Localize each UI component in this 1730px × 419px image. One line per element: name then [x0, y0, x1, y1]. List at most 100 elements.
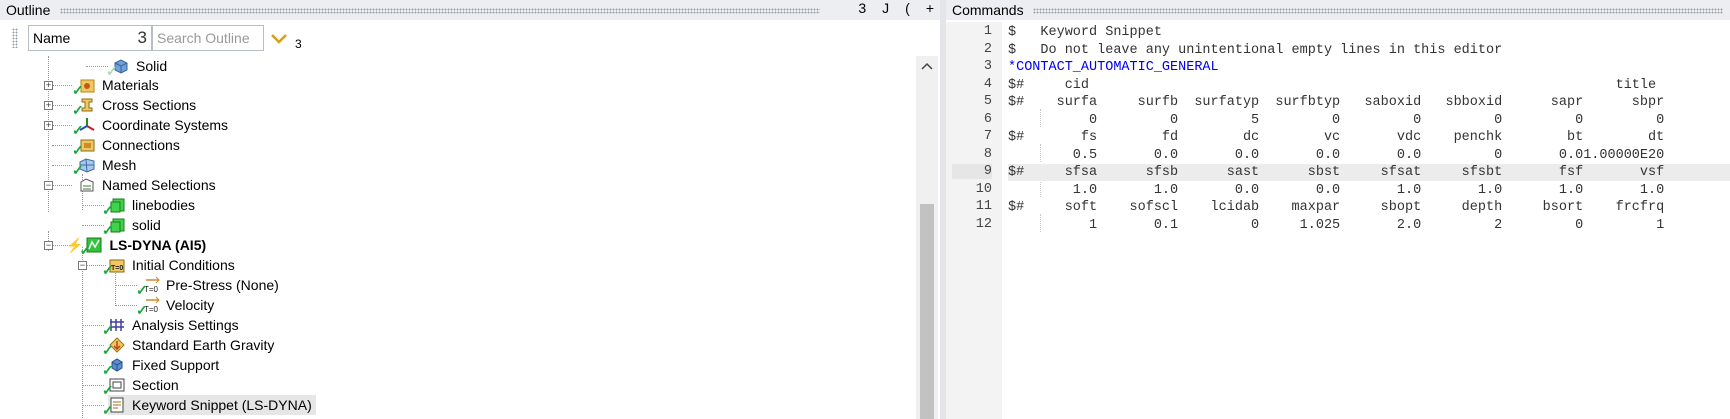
code-line[interactable]: 0.5 0.0 0.0 0.0 0.0 0 0.01.00000E20 [1008, 147, 1730, 164]
filter-chevron-icon[interactable] [268, 28, 290, 48]
tree-item-label: Connections [102, 137, 180, 153]
name-filter-field[interactable]: Name 3 [28, 25, 152, 51]
commands-title: Commands [952, 2, 1024, 18]
line-number: 9 [952, 164, 992, 179]
connections-icon: ✓ [72, 136, 98, 157]
outline-action-3[interactable]: ( [905, 0, 910, 20]
tree-item-label: Materials [102, 77, 159, 93]
outline-action-add[interactable]: + [926, 0, 934, 20]
commands-title-bar: Commands [946, 0, 1730, 20]
scroll-thumb[interactable] [920, 204, 934, 419]
named-selections-icon [78, 176, 98, 194]
outline-scrollbar[interactable] [916, 56, 938, 419]
search-placeholder: Search Outline [157, 30, 250, 46]
expand-toggle[interactable]: + [44, 101, 53, 110]
collapse-toggle[interactable]: − [44, 181, 53, 190]
toolbar-grip[interactable] [12, 28, 18, 48]
line-number: 5 [983, 94, 992, 109]
line-number: 1 [983, 24, 992, 39]
line-number: 8 [983, 146, 992, 162]
tree-item-standard-earth-gravity[interactable]: ✓ Standard Earth Gravity [102, 335, 275, 357]
tree-item-label: solid [132, 217, 161, 233]
code-line[interactable]: $# fs fd dc vc vdc penchk bt dt [1008, 129, 1730, 146]
outline-search-bar: Name 3 Search Outline 3 [0, 22, 940, 56]
name-filter-count: 3 [137, 28, 147, 47]
section-icon: ✓ [102, 376, 128, 397]
tree-item-cross-sections[interactable]: ✓ Cross Sections [72, 95, 196, 117]
tree-item-label: Velocity [166, 297, 215, 313]
commands-pane: Commands 1 2 3 4 5 6 7 8 9 10 11 12 $ Keyword Snipp… [946, 0, 1730, 419]
drag-grip[interactable] [1033, 8, 1724, 15]
code-line[interactable]: $# cid title [1008, 77, 1730, 94]
tree-item-label: linebodies [132, 197, 196, 213]
code-line[interactable]: 1.0 1.0 0.0 0.0 1.0 1.0 1.0 1.0 [1008, 182, 1730, 199]
drag-grip[interactable] [60, 8, 821, 15]
tree-item-label: Section [132, 377, 179, 393]
tree-item-label: Coordinate Systems [102, 117, 229, 133]
tree-item-velocity[interactable]: T=0 ✓ Velocity [136, 295, 215, 317]
line-number: 4 [983, 76, 992, 92]
outline-action-1[interactable]: 3 [858, 0, 866, 20]
code-line[interactable]: $ Do not leave any unintentional empty l… [1008, 42, 1730, 59]
line-number: 2 [983, 41, 992, 57]
tree-item-fixed-support[interactable]: ✓ Fixed Support [102, 355, 220, 377]
tree-item-mesh[interactable]: ✓ Mesh [72, 155, 137, 177]
line-number: 7 [983, 129, 992, 144]
outline-action-2[interactable]: J [882, 0, 889, 20]
pre-stress-icon: T=0 ✓ [136, 276, 162, 297]
line-number: 3 [983, 59, 992, 74]
scroll-up-chevron-icon[interactable] [916, 60, 938, 76]
tree-item-coordinate-systems[interactable]: ✓ Coordinate Systems [72, 115, 229, 137]
tree-item-analysis-settings[interactable]: ✓ Analysis Settings [102, 315, 239, 337]
tree-item-label: LS-DYNA (AI5) [109, 237, 207, 253]
expand-toggle[interactable]: + [44, 121, 53, 130]
collapse-toggle[interactable]: − [44, 241, 53, 250]
keyword-snippet-icon: ✓ [102, 396, 128, 417]
tree-item-keyword-snippet[interactable]: ✓ Keyword Snippet (LS-DYNA) [102, 395, 316, 417]
code-line[interactable]: 1 0.1 0 1.025 2.0 2 0 1 [1008, 217, 1730, 234]
line-number: 11 [975, 199, 992, 214]
line-number: 6 [983, 111, 992, 127]
code-line[interactable]: 0 0 5 0 0 0 0 0 [1008, 112, 1730, 129]
filter-count: 3 [295, 37, 302, 51]
name-filter-value: Name [33, 30, 71, 46]
tree-item-linebodies[interactable]: ✓ linebodies [102, 195, 196, 217]
analysis-settings-icon: ✓ [102, 316, 128, 337]
tree-item-ls-dyna[interactable]: ⚡ ✓ LS-DYNA (AI5) [66, 235, 207, 257]
tree-item-label: Named Selections [102, 177, 216, 193]
expand-toggle[interactable]: + [44, 81, 53, 90]
tree-item-named-selections[interactable]: Named Selections [78, 175, 216, 195]
tree-item-initial-conditions[interactable]: T=0 ✓ Initial Conditions [102, 255, 235, 277]
tree-item-label: Mesh [102, 157, 137, 173]
tree-item-connections[interactable]: ✓ Connections [72, 135, 180, 157]
named-selection-item-icon: ✓ [102, 196, 128, 217]
tree-item-section[interactable]: ✓ Section [102, 375, 179, 397]
tree-item-pre-stress[interactable]: T=0 ✓ Pre-Stress (None) [136, 275, 279, 297]
search-outline-input[interactable]: Search Outline [152, 25, 264, 51]
outline-title-actions: 3 J ( + [850, 0, 934, 20]
tree-item-label: Standard Earth Gravity [132, 337, 275, 353]
tree-item-solid-selection[interactable]: ✓ solid [102, 215, 161, 237]
collapse-toggle[interactable]: − [78, 261, 87, 270]
tree-item-label: Pre-Stress (None) [166, 277, 279, 293]
outline-title-bar: Outline [0, 0, 940, 20]
tree-item-label: Initial Conditions [132, 257, 235, 273]
code-line[interactable]: $# surfa surfb surfatyp surfbtyp saboxid… [1008, 94, 1730, 111]
velocity-icon: T=0 ✓ [136, 296, 162, 317]
fixed-support-icon: ✓ [102, 356, 128, 377]
keyword-editor[interactable]: 1 2 3 4 5 6 7 8 9 10 11 12 $ Keyword Snippet $ Do no… [946, 22, 1730, 419]
materials-icon: ✓ [72, 76, 98, 97]
code-line[interactable]: $# sfsa sfsb sast sbst sfsat sfsbt fsf v… [1008, 164, 1730, 181]
tree-item-label: Fixed Support [132, 357, 220, 373]
line-number: 12 [975, 216, 992, 232]
tree-item-materials[interactable]: ✓ Materials [72, 75, 159, 97]
coordinate-systems-icon: ✓ [72, 116, 98, 137]
outline-pane: Outline 3 J ( + Name 3 Search Outline 3 [0, 0, 940, 419]
tree-item-label: Analysis Settings [132, 317, 239, 333]
tree-item-solid[interactable]: ✓ Solid [106, 56, 167, 78]
code-line[interactable]: *CONTACT_AUTOMATIC_GENERAL [1008, 59, 1730, 76]
line-number-gutter: 1 2 3 4 5 6 7 8 9 10 11 12 [946, 22, 1002, 419]
code-line[interactable]: $# soft sofscl lcidab maxpar sbopt depth… [1008, 199, 1730, 216]
code-line[interactable]: $ Keyword Snippet [1008, 24, 1730, 41]
cross-sections-icon: ✓ [72, 96, 98, 117]
